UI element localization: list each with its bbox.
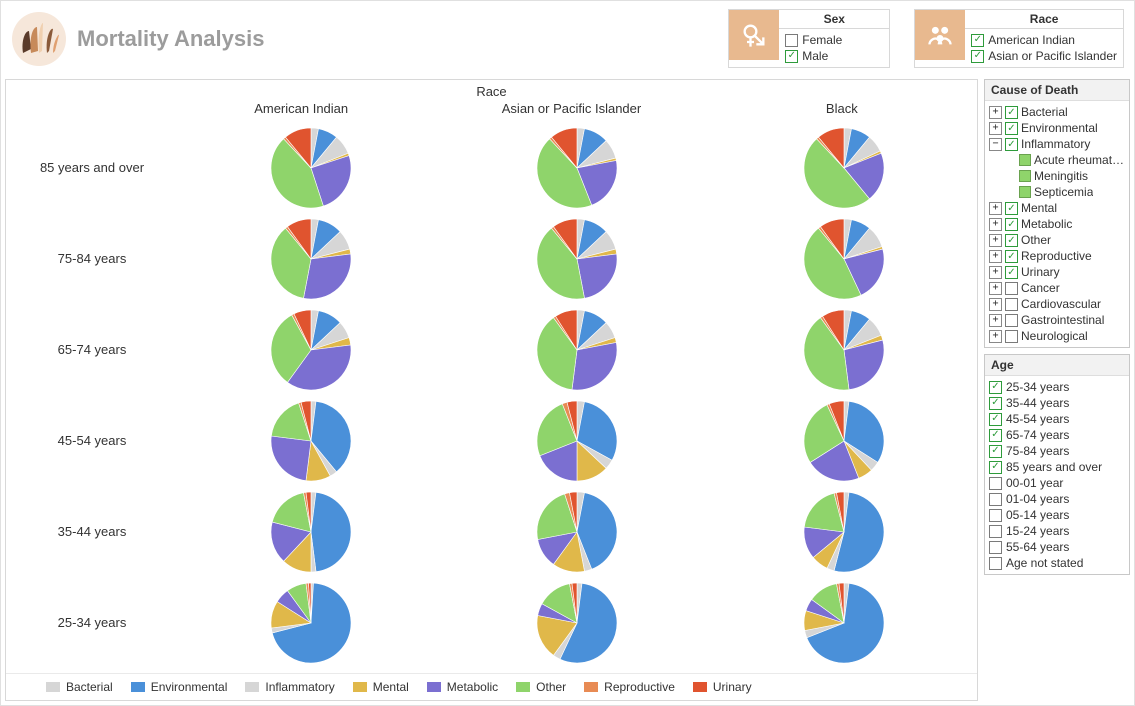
cod-item[interactable]: −✓Inflammatory xyxy=(989,136,1125,152)
expand-icon[interactable]: + xyxy=(989,122,1002,135)
cod-child-item[interactable]: Acute rheumatic fever and chronic xyxy=(989,152,1125,168)
age-option-1[interactable]: ✓35-44 years xyxy=(989,395,1125,411)
pie-cell[interactable] xyxy=(444,401,710,481)
grid-super-header: Race xyxy=(6,80,977,99)
age-option-9[interactable]: ✓15-24 years xyxy=(989,523,1125,539)
expand-icon[interactable]: + xyxy=(989,314,1002,327)
grid-row-label: 25-34 years xyxy=(6,615,178,630)
expand-icon[interactable]: + xyxy=(989,330,1002,343)
cod-item[interactable]: +✓Other xyxy=(989,232,1125,248)
filter-sex: Sex ✓Female✓Male xyxy=(728,9,890,68)
race-option-1[interactable]: ✓Asian or Pacific Islander xyxy=(971,48,1117,64)
pie-cell[interactable] xyxy=(711,128,977,208)
legend-item[interactable]: Bacterial xyxy=(46,680,113,694)
filter-race-title: Race xyxy=(965,10,1123,29)
legend-item[interactable]: Other xyxy=(516,680,566,694)
cod-item[interactable]: +✓Cancer xyxy=(989,280,1125,296)
grid-row-label: 75-84 years xyxy=(6,251,178,266)
pie-cell[interactable] xyxy=(178,219,444,299)
race-icon xyxy=(915,10,965,60)
grid-row-label: 65-74 years xyxy=(6,342,178,357)
expand-icon[interactable]: + xyxy=(989,250,1002,263)
cod-item[interactable]: +✓Reproductive xyxy=(989,248,1125,264)
cause-of-death-title: Cause of Death xyxy=(985,80,1129,101)
pie-cell[interactable] xyxy=(444,128,710,208)
age-option-6[interactable]: ✓00-01 year xyxy=(989,475,1125,491)
pie-cell[interactable] xyxy=(178,310,444,390)
pie-cell[interactable] xyxy=(444,583,710,663)
pie-cell[interactable] xyxy=(711,310,977,390)
expand-icon[interactable]: + xyxy=(989,106,1002,119)
pie-cell[interactable] xyxy=(178,128,444,208)
expand-icon[interactable]: + xyxy=(989,282,1002,295)
age-option-8[interactable]: ✓05-14 years xyxy=(989,507,1125,523)
age-option-4[interactable]: ✓75-84 years xyxy=(989,443,1125,459)
filter-race: Race ✓American Indian✓Asian or Pacific I… xyxy=(914,9,1124,68)
legend-item[interactable]: Urinary xyxy=(693,680,752,694)
collapse-icon[interactable]: − xyxy=(989,138,1002,151)
age-option-5[interactable]: ✓85 years and over xyxy=(989,459,1125,475)
pie-cell[interactable] xyxy=(444,492,710,572)
expand-icon[interactable]: + xyxy=(989,298,1002,311)
chart-legend: Bacterial Environmental Inflammatory Mental… xyxy=(6,673,977,700)
legend-item[interactable]: Mental xyxy=(353,680,409,694)
pie-cell[interactable] xyxy=(711,219,977,299)
legend-item[interactable]: Inflammatory xyxy=(245,680,334,694)
pie-cell[interactable] xyxy=(444,310,710,390)
cod-item[interactable]: +✓Cardiovascular xyxy=(989,296,1125,312)
cod-item[interactable]: +✓Gastrointestinal xyxy=(989,312,1125,328)
age-option-11[interactable]: ✓Age not stated xyxy=(989,555,1125,571)
age-option-3[interactable]: ✓65-74 years xyxy=(989,427,1125,443)
pie-cell[interactable] xyxy=(178,492,444,572)
age-option-0[interactable]: ✓25-34 years xyxy=(989,379,1125,395)
expand-icon[interactable]: + xyxy=(989,202,1002,215)
pie-cell[interactable] xyxy=(444,219,710,299)
cod-child-item[interactable]: Meningitis xyxy=(989,168,1125,184)
grid-col-header: Asian or Pacific Islander xyxy=(436,99,706,122)
pie-cell[interactable] xyxy=(178,583,444,663)
cod-item[interactable]: +✓Mental xyxy=(989,200,1125,216)
cod-item[interactable]: +✓Neurological xyxy=(989,328,1125,344)
age-option-7[interactable]: ✓01-04 years xyxy=(989,491,1125,507)
pie-cell[interactable] xyxy=(178,401,444,481)
sex-icon xyxy=(729,10,779,60)
app-logo-icon xyxy=(11,11,67,67)
sex-option-0[interactable]: ✓Female xyxy=(785,32,883,48)
pie-cell[interactable] xyxy=(711,492,977,572)
expand-icon[interactable]: + xyxy=(989,266,1002,279)
age-title: Age xyxy=(985,355,1129,376)
age-panel: Age ✓25-34 years✓35-44 years✓45-54 years… xyxy=(984,354,1130,575)
cause-of-death-panel: Cause of Death +✓Bacterial+✓Environmenta… xyxy=(984,79,1130,348)
grid-col-header: American Indian xyxy=(166,99,436,122)
age-option-2[interactable]: ✓45-54 years xyxy=(989,411,1125,427)
cod-item[interactable]: +✓Metabolic xyxy=(989,216,1125,232)
pie-cell[interactable] xyxy=(711,401,977,481)
legend-item[interactable]: Environmental xyxy=(131,680,228,694)
cod-child-item[interactable]: Septicemia xyxy=(989,184,1125,200)
grid-row-label: 35-44 years xyxy=(6,524,178,539)
expand-icon[interactable]: + xyxy=(989,218,1002,231)
pie-grid: Race American IndianAsian or Pacific Isl… xyxy=(5,79,978,701)
page-title: Mortality Analysis xyxy=(77,26,264,52)
filter-sex-title: Sex xyxy=(779,10,889,29)
legend-item[interactable]: Reproductive xyxy=(584,680,675,694)
cod-item[interactable]: +✓Urinary xyxy=(989,264,1125,280)
legend-item[interactable]: Metabolic xyxy=(427,680,498,694)
cod-item[interactable]: +✓Environmental xyxy=(989,120,1125,136)
expand-icon[interactable]: + xyxy=(989,234,1002,247)
age-option-10[interactable]: ✓55-64 years xyxy=(989,539,1125,555)
pie-cell[interactable] xyxy=(711,583,977,663)
grid-row-label: 45-54 years xyxy=(6,433,178,448)
race-option-0[interactable]: ✓American Indian xyxy=(971,32,1117,48)
grid-row-label: 85 years and over xyxy=(6,160,178,175)
sex-option-1[interactable]: ✓Male xyxy=(785,48,883,64)
grid-col-header: Black xyxy=(707,99,977,122)
cod-item[interactable]: +✓Bacterial xyxy=(989,104,1125,120)
